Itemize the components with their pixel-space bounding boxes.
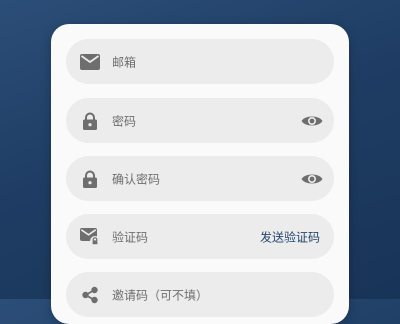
- password-field[interactable]: 密码: [66, 98, 334, 143]
- confirm-password-placeholder: 确认密码: [112, 172, 161, 186]
- verification-code-placeholder: 验证码: [112, 230, 149, 244]
- register-card: 邮箱 密码 确认密码 验证码 发送验证码 邀请码（可不填）: [51, 24, 349, 324]
- verification-code-field[interactable]: 验证码 发送验证码: [66, 214, 334, 259]
- email-field[interactable]: 邮箱: [66, 39, 334, 84]
- eye-icon[interactable]: [300, 109, 324, 133]
- lock-icon: [80, 111, 100, 131]
- invite-code-placeholder: 邀请码（可不填）: [112, 288, 209, 302]
- mail-lock-icon: [80, 227, 100, 247]
- password-placeholder: 密码: [112, 114, 137, 128]
- send-code-button[interactable]: 发送验证码: [260, 228, 320, 245]
- mail-icon: [80, 52, 100, 72]
- confirm-password-field[interactable]: 确认密码: [66, 156, 334, 201]
- lock-icon: [80, 169, 100, 189]
- eye-icon[interactable]: [300, 167, 324, 191]
- invite-code-field[interactable]: 邀请码（可不填）: [66, 272, 334, 317]
- share-icon: [80, 285, 100, 305]
- email-placeholder: 邮箱: [112, 55, 137, 69]
